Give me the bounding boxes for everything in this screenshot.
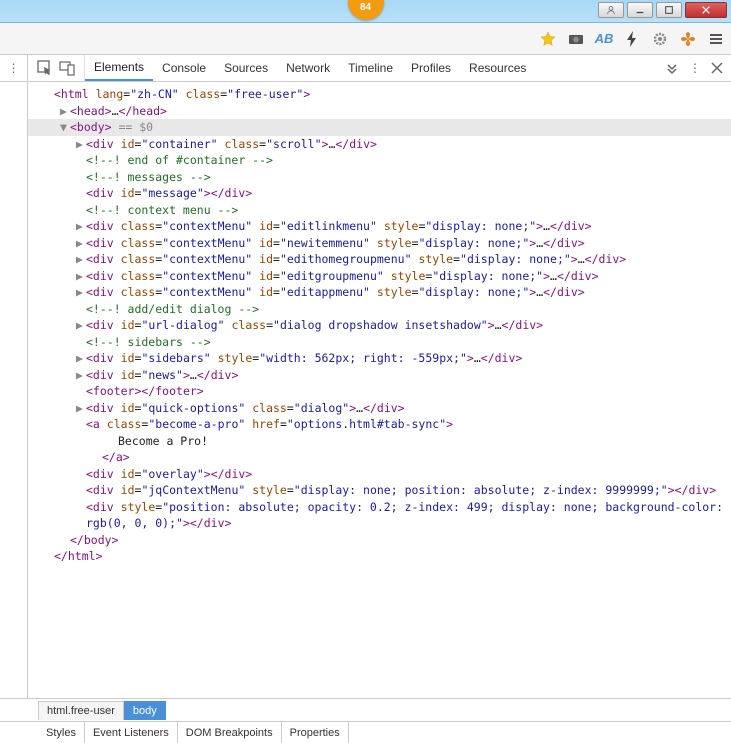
expand-arrow-icon[interactable] <box>60 532 70 549</box>
devtools-close-icon[interactable] <box>711 62 723 74</box>
browser-toolbar: AB <box>0 23 731 55</box>
dom-node[interactable]: </body> <box>28 532 731 549</box>
window-titlebar: 84 <box>0 0 731 23</box>
bottom-tabs: StylesEvent ListenersDOM BreakpointsProp… <box>0 721 731 743</box>
tab-sources[interactable]: Sources <box>215 55 277 81</box>
dom-node[interactable]: ▶<head>…</head> <box>28 103 731 120</box>
dom-node[interactable]: <a class="become-a-pro" href="options.ht… <box>28 416 731 433</box>
crumb-body[interactable]: body <box>124 701 166 720</box>
devtools-toolbar: ⋮ ElementsConsoleSourcesNetworkTimelineP… <box>0 55 731 82</box>
devtools-right: ⋮ <box>657 61 731 75</box>
expand-arrow-icon[interactable]: ▶ <box>76 268 86 285</box>
dom-node[interactable]: Become a Pro! <box>28 433 731 450</box>
expand-arrow-icon[interactable] <box>76 499 86 516</box>
overflow-icon[interactable] <box>665 61 679 75</box>
dom-node[interactable]: <div id="overlay"></div> <box>28 466 731 483</box>
dom-node[interactable]: ▶<div id="quick-options" class="dialog">… <box>28 400 731 417</box>
dom-node[interactable]: <html lang="zh-CN" class="free-user"> <box>28 86 731 103</box>
devtools-menu-icon[interactable]: ⋮ <box>0 55 28 81</box>
adblock-icon[interactable]: AB <box>595 30 613 48</box>
tab-profiles[interactable]: Profiles <box>402 55 460 81</box>
bottom-tab-event-listeners[interactable]: Event Listeners <box>85 722 178 743</box>
expand-arrow-icon[interactable]: ▶ <box>76 367 86 384</box>
tab-resources[interactable]: Resources <box>460 55 535 81</box>
expand-arrow-icon[interactable] <box>76 301 86 318</box>
expand-arrow-icon[interactable]: ▶ <box>60 103 70 120</box>
hamburger-icon[interactable] <box>707 30 725 48</box>
close-button[interactable] <box>685 2 727 18</box>
expand-arrow-icon[interactable]: ▼ <box>60 119 70 136</box>
expand-arrow-icon[interactable]: ▶ <box>76 284 86 301</box>
dom-node[interactable]: ▶<div id="container" class="scroll">…</d… <box>28 136 731 153</box>
dom-node[interactable]: ▶<div id="url-dialog" class="dialog drop… <box>28 317 731 334</box>
expand-arrow-icon[interactable] <box>76 334 86 351</box>
dom-node[interactable]: ▶<div id="sidebars" style="width: 562px;… <box>28 350 731 367</box>
dom-node[interactable]: </a> <box>28 449 731 466</box>
bottom-tab-styles[interactable]: Styles <box>38 722 85 743</box>
expand-arrow-icon[interactable] <box>76 482 86 499</box>
bolt-icon[interactable] <box>623 30 641 48</box>
devtools-tabs: ElementsConsoleSourcesNetworkTimelinePro… <box>85 55 657 81</box>
dom-node[interactable]: ▶<div class="contextMenu" id="newitemmen… <box>28 235 731 252</box>
expand-arrow-icon[interactable] <box>76 152 86 169</box>
expand-arrow-icon[interactable] <box>44 86 54 103</box>
inspect-icon[interactable] <box>36 59 54 77</box>
devtools-gutter <box>0 82 28 698</box>
device-icon[interactable] <box>58 59 76 77</box>
tab-timeline[interactable]: Timeline <box>339 55 402 81</box>
devtools-main: <html lang="zh-CN" class="free-user">▶<h… <box>0 82 731 698</box>
tab-console[interactable]: Console <box>153 55 215 81</box>
notification-badge[interactable]: 84 <box>348 0 384 20</box>
expand-arrow-icon[interactable] <box>76 169 86 186</box>
dom-node[interactable]: ▶<div class="contextMenu" id="editgroupm… <box>28 268 731 285</box>
dom-node[interactable]: <!--! context menu --> <box>28 202 731 219</box>
expand-arrow-icon[interactable] <box>76 185 86 202</box>
window-buttons <box>598 2 727 18</box>
dom-node[interactable]: <footer></footer> <box>28 383 731 400</box>
bottom-tab-properties[interactable]: Properties <box>282 722 349 743</box>
dom-node[interactable]: <!--! sidebars --> <box>28 334 731 351</box>
tab-elements[interactable]: Elements <box>85 55 153 81</box>
expand-arrow-icon[interactable]: ▶ <box>76 317 86 334</box>
dom-node[interactable]: ▼<body> == $0 <box>28 119 731 136</box>
expand-arrow-icon[interactable]: ▶ <box>76 400 86 417</box>
expand-arrow-icon[interactable] <box>108 433 118 450</box>
expand-arrow-icon[interactable]: ▶ <box>76 235 86 252</box>
dom-node[interactable]: <!--! add/edit dialog --> <box>28 301 731 318</box>
user-button[interactable] <box>598 2 624 18</box>
devtools-more-icon[interactable]: ⋮ <box>689 61 701 75</box>
expand-arrow-icon[interactable] <box>76 466 86 483</box>
dom-node[interactable]: ▶<div class="contextMenu" id="editlinkme… <box>28 218 731 235</box>
dom-node[interactable]: <!--! end of #container --> <box>28 152 731 169</box>
crumb-html-free-user[interactable]: html.free-user <box>38 701 124 720</box>
gear-icon[interactable] <box>651 30 669 48</box>
dom-node[interactable]: ▶<div class="contextMenu" id="edithomegr… <box>28 251 731 268</box>
dom-tree[interactable]: <html lang="zh-CN" class="free-user">▶<h… <box>28 82 731 698</box>
expand-arrow-icon[interactable]: ▶ <box>76 350 86 367</box>
devtools-tools <box>28 55 85 81</box>
expand-arrow-icon[interactable] <box>76 383 86 400</box>
bottom-tab-dom-breakpoints[interactable]: DOM Breakpoints <box>178 722 282 743</box>
expand-arrow-icon[interactable] <box>92 449 102 466</box>
dom-node[interactable]: <!--! messages --> <box>28 169 731 186</box>
expand-arrow-icon[interactable]: ▶ <box>76 218 86 235</box>
dom-node[interactable]: ▶<div class="contextMenu" id="editappmen… <box>28 284 731 301</box>
dom-node[interactable]: ▶<div id="news">…</div> <box>28 367 731 384</box>
minimize-button[interactable] <box>627 2 653 18</box>
tab-network[interactable]: Network <box>277 55 339 81</box>
dom-node[interactable]: <div id="jqContextMenu" style="display: … <box>28 482 731 499</box>
dom-node[interactable]: </html> <box>28 548 731 565</box>
maximize-button[interactable] <box>656 2 682 18</box>
breadcrumb: html.free-userbody <box>0 698 731 721</box>
camera-icon[interactable] <box>567 30 585 48</box>
expand-arrow-icon[interactable] <box>76 202 86 219</box>
expand-arrow-icon[interactable]: ▶ <box>76 136 86 153</box>
expand-arrow-icon[interactable]: ▶ <box>76 251 86 268</box>
dom-node[interactable]: <div style="position: absolute; opacity:… <box>28 499 731 532</box>
expand-arrow-icon[interactable] <box>76 416 86 433</box>
expand-arrow-icon[interactable] <box>44 548 54 565</box>
fan-icon[interactable] <box>679 30 697 48</box>
star-icon[interactable] <box>539 30 557 48</box>
dom-node[interactable]: <div id="message"></div> <box>28 185 731 202</box>
